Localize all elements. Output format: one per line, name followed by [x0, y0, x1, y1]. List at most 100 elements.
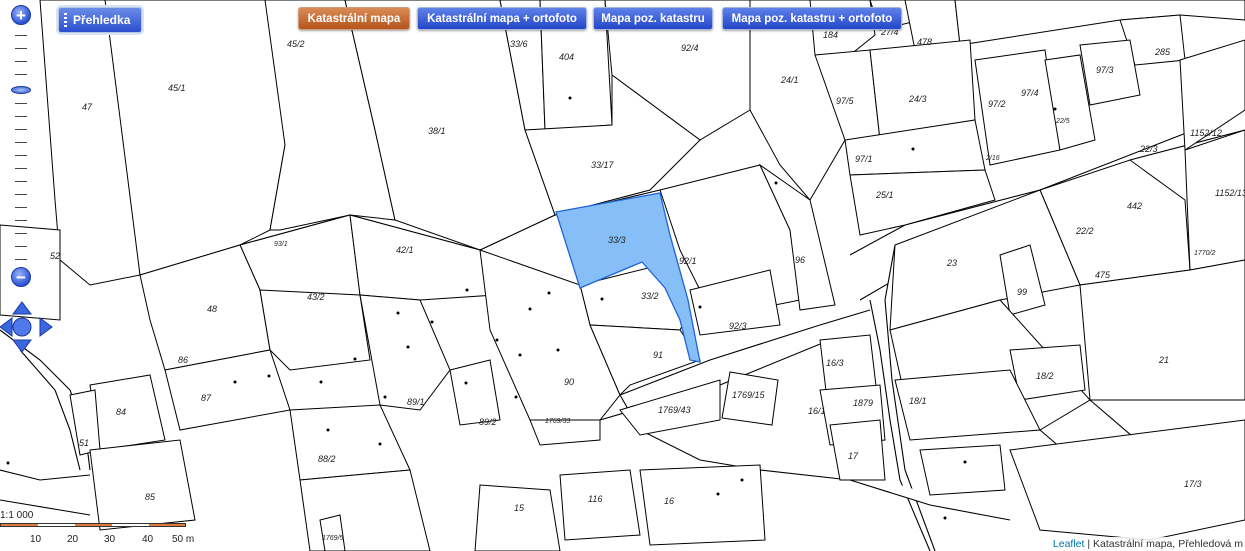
zoom-tick: [15, 129, 27, 130]
zoom-tick: [15, 220, 27, 221]
label-92-4: 92/4: [681, 43, 699, 53]
label-16-3: 16/3: [826, 358, 844, 368]
scale-bar-graphic: [0, 523, 186, 527]
label-47: 47: [82, 102, 93, 112]
label-33-6: 33/6: [510, 39, 528, 49]
zoom-in-button[interactable]: +: [11, 5, 31, 25]
scale-tick-label: 40: [142, 534, 154, 545]
label-24-1: 24/1: [780, 75, 799, 85]
zoom-out-button[interactable]: −: [11, 267, 31, 287]
label-89-1: 89/1: [407, 397, 425, 407]
label-23: 23: [946, 258, 957, 268]
zoom-tick: [15, 181, 27, 182]
label-97-5: 97/5: [836, 96, 855, 106]
zoom-tick: [15, 155, 27, 156]
label-18-1: 18/1: [909, 396, 927, 406]
label-99: 99: [1017, 287, 1027, 297]
label-1769-5: 1769/5: [322, 535, 344, 542]
zoom-tick: [15, 246, 27, 247]
label-16: 16: [664, 496, 674, 506]
tab-mapa-poz-katastru-ortofoto[interactable]: Mapa poz. katastru + ortofoto: [722, 7, 902, 30]
parcels: [0, 0, 1245, 551]
zoom-tick: [15, 74, 27, 75]
label-88-2: 88/2: [318, 454, 336, 464]
scale-bar: 1:1 000 10 20 30 40 50 m: [0, 510, 200, 551]
label-1152-12: 1152/12: [1190, 128, 1222, 138]
label-92-3: 92/3: [729, 321, 747, 331]
overview-button[interactable]: Přehledka: [58, 7, 142, 33]
scale-tick-label: 10: [30, 534, 42, 545]
label-1879: 1879: [853, 398, 873, 408]
zoom-tick: [15, 103, 27, 104]
pan-center-icon[interactable]: [12, 317, 32, 337]
zoom-slider-handle[interactable]: [11, 86, 31, 94]
label-18-2: 18/2: [1036, 371, 1054, 381]
label-1770-2: 1770/2: [1194, 250, 1216, 257]
label-2-16: 2/16: [985, 155, 1000, 162]
overview-label: Přehledka: [73, 13, 131, 27]
label-25-1: 25/1: [875, 190, 894, 200]
label-478: 478: [917, 37, 932, 47]
label-22-5: 22/5: [1055, 118, 1070, 125]
zoom-tick: [15, 116, 27, 117]
label-33-2: 33/2: [641, 291, 659, 301]
label-116: 116: [588, 494, 602, 504]
label-38-1: 38/1: [428, 126, 446, 136]
label-91: 91: [653, 350, 663, 360]
zoom-tick: [15, 168, 27, 169]
pan-down-icon[interactable]: [12, 339, 32, 353]
attribution-separator: |: [1084, 538, 1093, 550]
label-93-1: 93/1: [274, 241, 288, 248]
zoom-tick: [15, 259, 27, 260]
zoom-tick: [15, 207, 27, 208]
label-51: 51: [79, 438, 89, 448]
tab-mapa-poz-katastru[interactable]: Mapa poz. katastru: [593, 7, 713, 30]
attribution-text: Katastrální mapa, Přehledová m: [1093, 538, 1243, 550]
label-97-1: 97/1: [855, 154, 873, 164]
label-17: 17: [848, 451, 859, 461]
zoom-tick: [15, 48, 27, 49]
label-84: 84: [116, 407, 126, 417]
label-97-2: 97/2: [988, 99, 1006, 109]
zoom-control: + −: [0, 0, 53, 360]
pan-up-icon[interactable]: [12, 301, 32, 315]
label-48: 48: [207, 304, 217, 314]
label-92-1: 92/1: [679, 256, 697, 266]
label-97-3: 97/3: [1096, 65, 1114, 75]
label-45-1: 45/1: [168, 83, 186, 93]
label-184: 184: [823, 30, 838, 40]
label-475: 475: [1095, 270, 1111, 280]
label-52: 52: [50, 251, 60, 261]
zoom-tick: [15, 233, 27, 234]
cadastral-map[interactable]: 45/2 47 45/1 38/1 33/6 404 92/4 24/1 184…: [0, 0, 1245, 551]
tab-katastralni-mapa-ortofoto[interactable]: Katastrální mapa + ortofoto: [417, 7, 587, 30]
label-45-2: 45/2: [287, 39, 305, 49]
label-33-17: 33/17: [591, 160, 615, 170]
label-42-1: 42/1: [396, 245, 414, 255]
label-22-3: 22/3: [1139, 144, 1158, 154]
scale-tick-label: 50 m: [172, 534, 195, 545]
pan-right-icon[interactable]: [39, 317, 53, 337]
label-96: 96: [795, 255, 805, 265]
label-21: 21: [1158, 355, 1169, 365]
label-97-4: 97/4: [1021, 88, 1039, 98]
attribution: Leaflet | Katastrální mapa, Přehledová m: [1048, 537, 1245, 551]
leaflet-link[interactable]: Leaflet: [1053, 538, 1085, 550]
map-canvas[interactable]: 45/2 47 45/1 38/1 33/6 404 92/4 24/1 184…: [0, 0, 1245, 551]
label-22-2: 22/2: [1075, 226, 1094, 236]
label-1769-33: 1769/33: [545, 418, 570, 425]
zoom-tick: [15, 61, 27, 62]
pan-control[interactable]: [0, 300, 54, 354]
scale-tick-label: 20: [67, 534, 79, 545]
zoom-tick: [15, 142, 27, 143]
zoom-tick: [15, 194, 27, 195]
label-285: 285: [1154, 47, 1171, 57]
label-1769-15: 1769/15: [732, 390, 766, 400]
drag-grip-icon: [64, 13, 67, 29]
label-90: 90: [564, 377, 574, 387]
tab-katastralni-mapa[interactable]: Katastrální mapa: [298, 7, 410, 30]
scale-tick-label: 30: [104, 534, 116, 545]
label-1152-13: 1152/13: [1215, 188, 1245, 198]
label-89-2: 89/2: [479, 417, 497, 427]
pan-left-icon[interactable]: [0, 317, 13, 337]
